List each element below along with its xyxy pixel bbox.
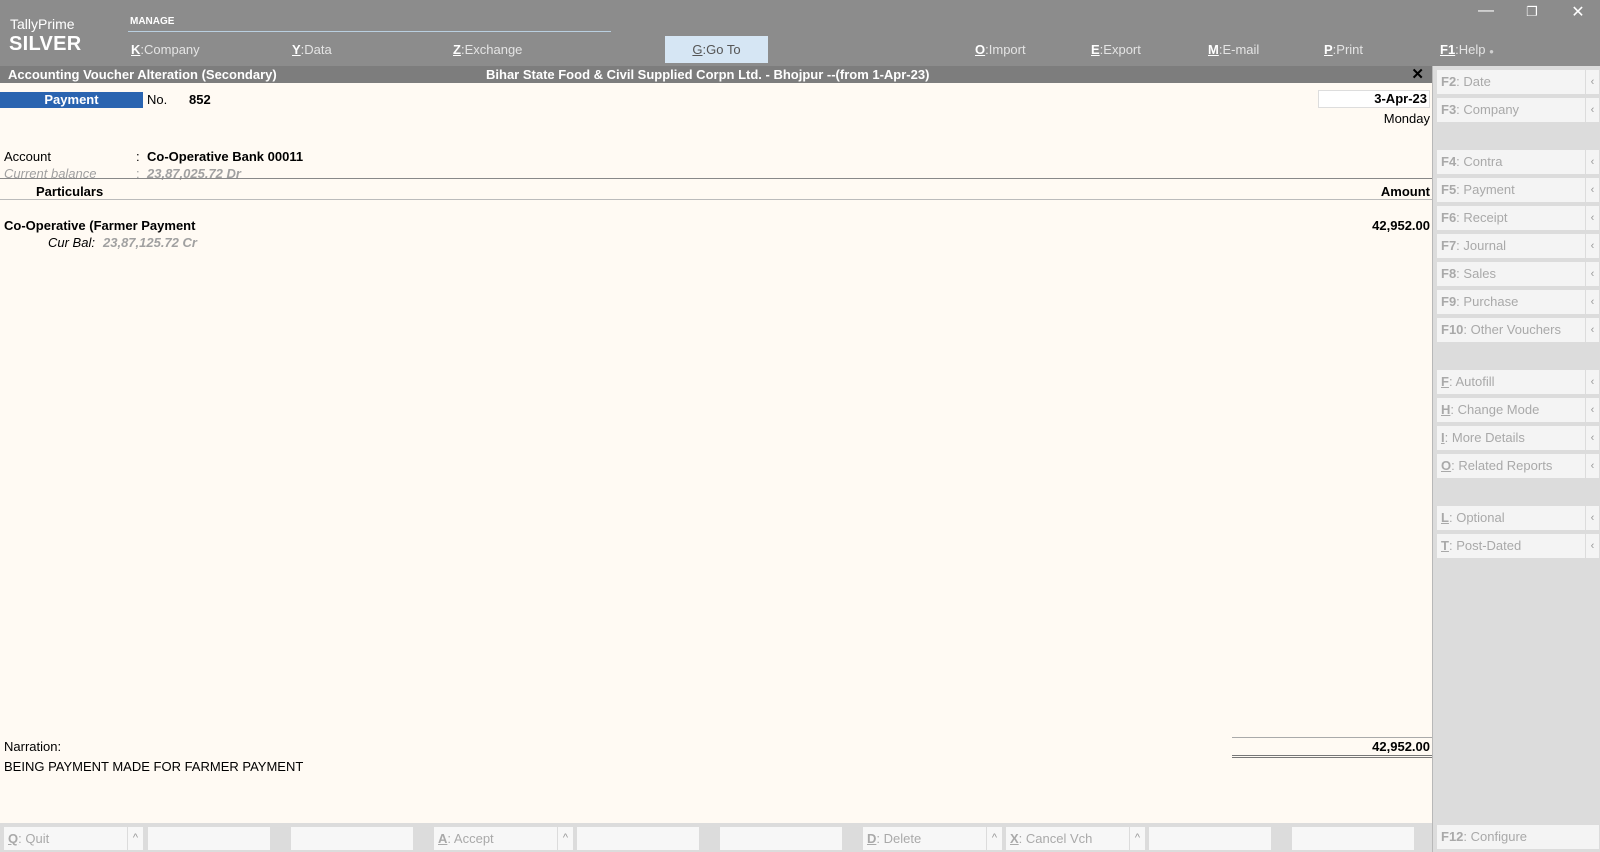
help-dot-icon: ● bbox=[1489, 47, 1495, 56]
app-name: TallyPrime bbox=[10, 16, 75, 32]
contra-button[interactable]: F4: Contra ‹ bbox=[1437, 150, 1599, 174]
chevron-left-icon[interactable]: ‹ bbox=[1585, 318, 1599, 342]
manage-label: MANAGE bbox=[130, 16, 175, 27]
entry-ledger[interactable]: Co-Operative (Farmer Payment bbox=[4, 218, 195, 233]
menu-help[interactable]: F1:Help ● bbox=[1440, 42, 1494, 57]
narration-field[interactable]: BEING PAYMENT MADE FOR FARMER PAYMENT bbox=[4, 759, 303, 774]
bottom-empty-slot-3 bbox=[577, 827, 699, 850]
receipt-button[interactable]: F6: Receipt ‹ bbox=[1437, 206, 1599, 230]
column-particulars: Particulars bbox=[36, 184, 104, 199]
menu-print[interactable]: P:Print bbox=[1324, 42, 1363, 57]
voucher-area: Payment No. 852 3-Apr-23 Monday Account … bbox=[0, 83, 1432, 823]
date-button[interactable]: F2: Date ‹ bbox=[1437, 70, 1599, 94]
bottom-button-bar: Q: Quit ^ A: Accept ^ D: Delete ^ X: Cancel… bbox=[0, 823, 1432, 852]
total-line-bottom-double bbox=[1232, 757, 1432, 758]
chevron-left-icon[interactable]: ‹ bbox=[1585, 454, 1599, 478]
sales-button[interactable]: F8: Sales ‹ bbox=[1437, 262, 1599, 286]
window-close-icon[interactable]: ✕ bbox=[1568, 2, 1588, 22]
goto-button[interactable]: G:Go To bbox=[665, 36, 768, 63]
account-label: Account bbox=[4, 149, 51, 164]
screen-title-bar: Accounting Voucher Alteration (Secondary… bbox=[0, 66, 1432, 83]
chevron-left-icon[interactable]: ‹ bbox=[1585, 150, 1599, 174]
autofill-button[interactable]: F: Autofill ‹ bbox=[1437, 370, 1599, 394]
menu-data[interactable]: Y:Data bbox=[292, 42, 332, 57]
menu-company[interactable]: K:Company bbox=[131, 42, 200, 57]
chevron-left-icon[interactable]: ‹ bbox=[1585, 178, 1599, 202]
caret-up-icon[interactable]: ^ bbox=[1129, 827, 1145, 850]
post-dated-button[interactable]: T: Post-Dated ‹ bbox=[1437, 534, 1599, 558]
column-amount: Amount bbox=[1380, 184, 1430, 199]
journal-button[interactable]: F7: Journal ‹ bbox=[1437, 234, 1599, 258]
chevron-left-icon[interactable]: ‹ bbox=[1585, 98, 1599, 122]
entry-cur-bal-label: Cur Bal: bbox=[48, 235, 95, 250]
account-field[interactable]: Co-Operative Bank 00011 bbox=[147, 149, 303, 164]
right-button-panel: F2: Date ‹ F3: Company ‹ F4: Contra ‹ F5: P… bbox=[1432, 66, 1600, 852]
menu-export[interactable]: E:Export bbox=[1091, 42, 1141, 57]
configure-button[interactable]: F12: Configure bbox=[1437, 825, 1599, 849]
company-title: Bihar State Food & Civil Supplied Corpn … bbox=[486, 67, 930, 82]
quit-button[interactable]: Q: Quit ^ bbox=[4, 827, 143, 850]
bottom-empty-slot-6 bbox=[1292, 827, 1414, 850]
menu-import[interactable]: O:Import bbox=[975, 42, 1026, 57]
header-divider-top bbox=[0, 178, 1432, 179]
bottom-empty-slot-4 bbox=[720, 827, 842, 850]
account-colon: : bbox=[136, 149, 140, 164]
screen-title: Accounting Voucher Alteration (Secondary… bbox=[8, 67, 277, 82]
bottom-empty-slot-1 bbox=[148, 827, 270, 850]
other-vouchers-button[interactable]: F10: Other Vouchers ‹ bbox=[1437, 318, 1599, 342]
chevron-left-icon[interactable]: ‹ bbox=[1585, 70, 1599, 94]
restore-icon[interactable]: ❐ bbox=[1522, 4, 1542, 20]
voucher-number[interactable]: 852 bbox=[189, 92, 211, 107]
bottom-empty-slot-2 bbox=[291, 827, 413, 850]
manage-divider bbox=[128, 31, 611, 32]
delete-button[interactable]: D: Delete ^ bbox=[863, 827, 1002, 850]
chevron-left-icon[interactable]: ‹ bbox=[1585, 262, 1599, 286]
chevron-left-icon[interactable]: ‹ bbox=[1585, 370, 1599, 394]
change-mode-button[interactable]: H: Change Mode ‹ bbox=[1437, 398, 1599, 422]
voucher-day: Monday bbox=[1383, 111, 1430, 126]
header-divider-bottom bbox=[0, 199, 1432, 200]
chevron-left-icon[interactable]: ‹ bbox=[1585, 206, 1599, 230]
close-icon[interactable]: ✕ bbox=[1411, 65, 1424, 83]
total-amount: 42,952.00 bbox=[1372, 739, 1430, 754]
optional-button[interactable]: L: Optional ‹ bbox=[1437, 506, 1599, 530]
company-button[interactable]: F3: Company ‹ bbox=[1437, 98, 1599, 122]
voucher-no-label: No. bbox=[147, 92, 168, 107]
menu-email[interactable]: M:E-mail bbox=[1208, 42, 1259, 57]
accept-button[interactable]: A: Accept ^ bbox=[434, 827, 573, 850]
payment-button[interactable]: F5: Payment ‹ bbox=[1437, 178, 1599, 202]
voucher-date-field[interactable]: 3-Apr-23 bbox=[1318, 90, 1430, 108]
caret-up-icon[interactable]: ^ bbox=[557, 827, 573, 850]
chevron-left-icon[interactable]: ‹ bbox=[1585, 234, 1599, 258]
entry-cur-bal-value: 23,87,125.72 Cr bbox=[103, 235, 197, 250]
total-line-bottom bbox=[1232, 755, 1432, 756]
chevron-left-icon[interactable]: ‹ bbox=[1585, 534, 1599, 558]
purchase-button[interactable]: F9: Purchase ‹ bbox=[1437, 290, 1599, 314]
total-line-top bbox=[1232, 737, 1432, 738]
more-details-button[interactable]: I: More Details ‹ bbox=[1437, 426, 1599, 450]
minimize-icon[interactable]: — bbox=[1476, 2, 1496, 20]
cancel-vch-button[interactable]: X: Cancel Vch ^ bbox=[1006, 827, 1145, 850]
voucher-type-badge: Payment bbox=[0, 92, 143, 108]
app-edition: SILVER bbox=[9, 33, 82, 55]
chevron-left-icon[interactable]: ‹ bbox=[1585, 290, 1599, 314]
chevron-left-icon[interactable]: ‹ bbox=[1585, 506, 1599, 530]
chevron-left-icon[interactable]: ‹ bbox=[1585, 426, 1599, 450]
menu-exchange[interactable]: Z:Exchange bbox=[453, 42, 522, 57]
top-menu-bar: TallyPrime SILVER MANAGE K:Company Y:Dat… bbox=[0, 0, 1600, 66]
caret-up-icon[interactable]: ^ bbox=[986, 827, 1002, 850]
caret-up-icon[interactable]: ^ bbox=[127, 827, 143, 850]
entry-amount[interactable]: 42,952.00 bbox=[1372, 218, 1430, 233]
chevron-left-icon[interactable]: ‹ bbox=[1585, 398, 1599, 422]
narration-label: Narration: bbox=[4, 739, 62, 754]
bottom-empty-slot-5 bbox=[1149, 827, 1271, 850]
related-reports-button[interactable]: O: Related Reports ‹ bbox=[1437, 454, 1599, 478]
